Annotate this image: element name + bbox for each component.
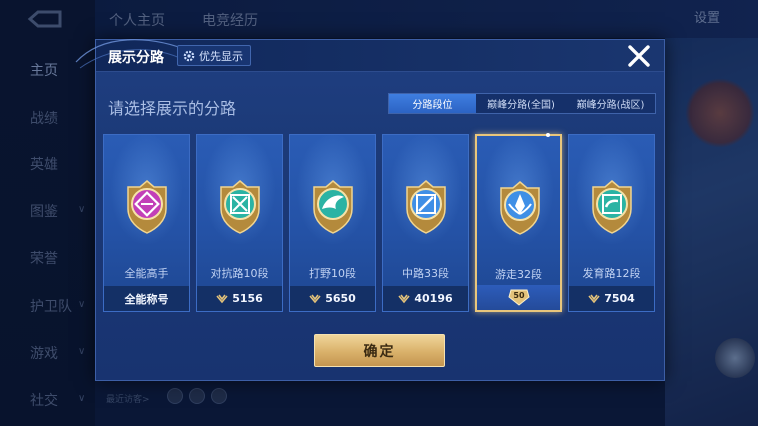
all-rounder-emblem-icon — [122, 179, 172, 235]
dialog-subtitle: 请选择展示的分路 — [108, 99, 237, 118]
lane-card-footer: 7504 — [569, 286, 654, 311]
lane-card-name: 打野10段 — [309, 267, 356, 280]
clash-lane-emblem-icon — [215, 179, 265, 235]
priority-display-button[interactable]: 优先显示 — [177, 45, 251, 66]
tab-lane-rank[interactable]: 分路段位 — [389, 94, 476, 113]
farm-lane-emblem-icon — [587, 179, 637, 235]
lane-card-name: 发育路12段 — [582, 267, 641, 280]
lane-card[interactable]: 全能高手 全能称号 — [103, 134, 190, 312]
rank-chevron-icon — [398, 294, 410, 303]
lane-card-name: 全能高手 — [124, 267, 169, 280]
lane-card-name: 中路33段 — [402, 267, 449, 280]
lane-card-name: 对抗路10段 — [210, 267, 269, 280]
lane-card[interactable]: 中路33段 40196 — [382, 134, 469, 312]
priority-display-label: 优先显示 — [199, 49, 243, 63]
gear-icon — [183, 50, 195, 61]
dialog-header: 展示分路 优先显示 — [75, 39, 664, 72]
lane-card-value: 5650 — [325, 292, 356, 305]
corner-highlight — [546, 133, 550, 137]
rank-chevron-icon — [216, 294, 228, 303]
lane-card-footer: 50 — [477, 285, 560, 310]
close-icon[interactable] — [626, 43, 652, 69]
confirm-button[interactable]: 确定 — [314, 334, 445, 367]
lane-card-footer: 5156 — [197, 286, 282, 311]
lane-card-value: 7504 — [604, 292, 635, 305]
rank-chevron-icon — [309, 294, 321, 303]
jungle-emblem-icon — [308, 179, 358, 235]
lane-card-footer: 5650 — [290, 286, 375, 311]
lane-card-value: 全能称号 — [124, 292, 169, 306]
lane-card-value: 5156 — [232, 292, 263, 305]
level-badge-value: 50 — [513, 291, 525, 300]
lane-card[interactable]: 游走32段 50 — [475, 133, 562, 312]
lane-card-footer: 40196 — [383, 286, 468, 311]
lane-type-tabs: 分路段位 巅峰分路(全国) 巅峰分路(战区) — [388, 93, 656, 114]
roam-emblem-icon — [495, 180, 545, 236]
lane-card-value: 40196 — [414, 292, 453, 305]
lane-card[interactable]: 打野10段 5650 — [289, 134, 376, 312]
lane-card[interactable]: 发育路12段 7504 — [568, 134, 655, 312]
lane-card-name: 游走32段 — [495, 268, 542, 281]
rank-chevron-icon — [588, 294, 600, 303]
tab-peak-region[interactable]: 巅峰分路(战区) — [566, 94, 655, 113]
tab-peak-national[interactable]: 巅峰分路(全国) — [476, 94, 566, 113]
lane-card-footer: 全能称号 — [104, 286, 189, 311]
lane-card[interactable]: 对抗路10段 5156 — [196, 134, 283, 312]
mid-lane-emblem-icon — [401, 179, 451, 235]
display-lane-dialog: 展示分路 优先显示 请选择展示的分路 分路段位 巅峰分路(全国) 巅峰分路(战区… — [75, 39, 665, 381]
dialog-title: 展示分路 — [108, 50, 164, 66]
